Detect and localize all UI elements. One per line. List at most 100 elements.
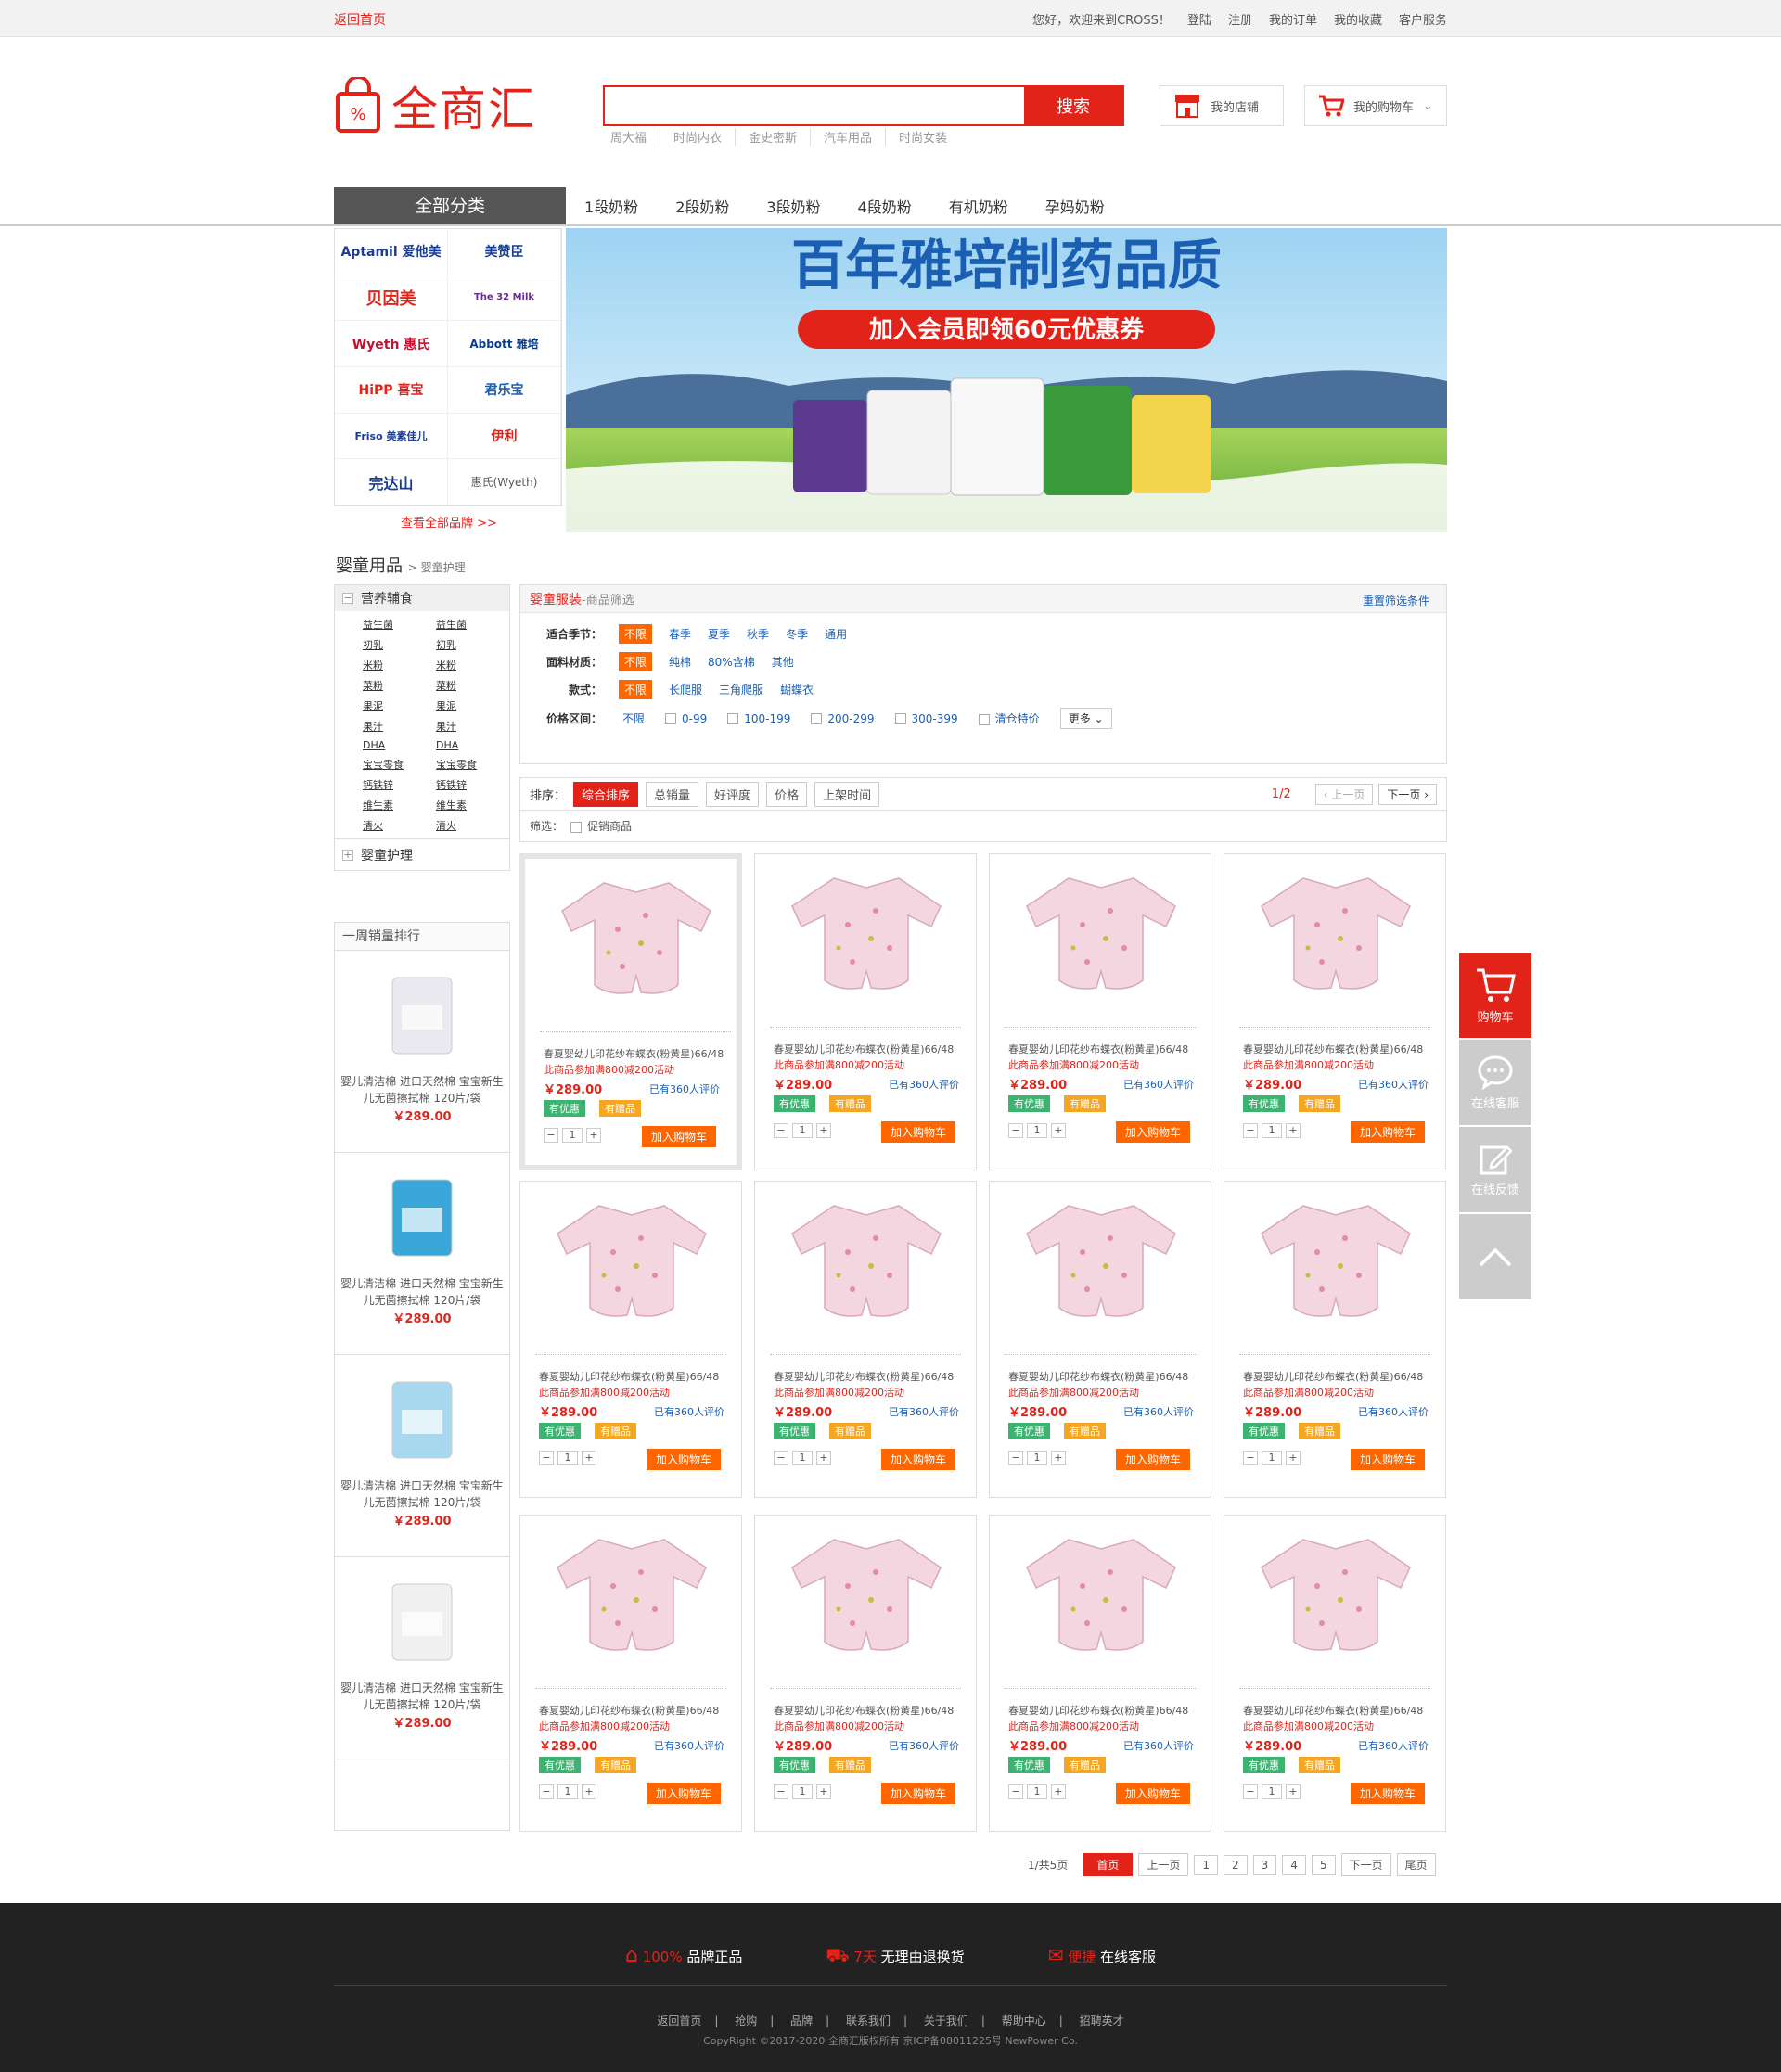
add-to-cart-button[interactable]: 加入购物车 (646, 1449, 721, 1470)
brand-logo[interactable]: 贝因美 (335, 275, 448, 322)
quantity-input[interactable]: 1 (1262, 1784, 1282, 1799)
add-to-cart-button[interactable]: 加入购物车 (1115, 1449, 1190, 1470)
price-checkbox[interactable]: 100-199 (727, 712, 790, 725)
price-checkbox[interactable]: 300-399 (894, 712, 958, 725)
brand-logo[interactable]: 伊利 (448, 413, 561, 460)
brand-logo[interactable]: HiPP 喜宝 (335, 367, 448, 414)
nav-item[interactable]: 1段奶粉 (566, 195, 657, 217)
rank-item[interactable]: 婴儿清洁棉 进口天然棉 宝宝新生儿无菌擦拭棉 120片/袋 ￥289.00 (335, 1557, 509, 1759)
nav-item[interactable]: 2段奶粉 (657, 195, 748, 217)
plus-button[interactable]: + (816, 1784, 831, 1799)
product-card[interactable]: 春夏婴幼儿印花纱布蝶衣(粉黄星)66/48 此商品参加满800减200活动 ￥289… (989, 853, 1211, 1170)
breadcrumb-sub[interactable]: 婴童护理 (421, 561, 466, 574)
side-chat-button[interactable]: 在线客服 (1459, 1040, 1531, 1125)
quantity-input[interactable]: 1 (792, 1451, 813, 1465)
back-to-top-button[interactable] (1459, 1214, 1531, 1299)
category-item[interactable]: 果泥 (363, 698, 436, 713)
product-title[interactable]: 春夏婴幼儿印花纱布蝶衣(粉黄星)66/48 此商品参加满800减200活动 (774, 1703, 968, 1734)
reset-filter-link[interactable]: 重置筛选条件 (1363, 593, 1429, 608)
quantity-input[interactable]: 1 (792, 1784, 813, 1799)
product-reviews[interactable]: 已有360人评价 (889, 1738, 959, 1753)
hotword[interactable]: 金史密斯 (736, 128, 812, 146)
next-page-button[interactable]: 下一页 › (1378, 783, 1437, 805)
product-reviews[interactable]: 已有360人评价 (1358, 1077, 1429, 1092)
prev-page-button[interactable]: 上一页 (1138, 1853, 1189, 1876)
all-categories-button[interactable]: 全部分类 (334, 187, 566, 224)
filter-option[interactable]: 蝴蝶衣 (780, 682, 814, 697)
sort-option[interactable]: 综合排序 (573, 781, 639, 807)
breadcrumb-main[interactable]: 婴童用品 (336, 556, 403, 576)
category-item[interactable]: 菜粉 (436, 678, 509, 693)
brand-logo[interactable]: Abbott 雅培 (448, 321, 561, 367)
product-title[interactable]: 春夏婴幼儿印花纱布蝶衣(粉黄星)66/48 此商品参加满800减200活动 (1243, 1369, 1438, 1401)
nav-item[interactable]: 孕妈奶粉 (1027, 195, 1123, 217)
quantity-input[interactable]: 1 (792, 1123, 813, 1138)
filter-option[interactable]: 纯棉 (669, 654, 691, 670)
product-card[interactable]: 春夏婴幼儿印花纱布蝶衣(粉黄星)66/48 此商品参加满800减200活动 ￥289… (519, 1515, 742, 1832)
price-checkbox[interactable]: 0-99 (665, 712, 707, 725)
category-header[interactable]: − 营养辅食 (335, 585, 509, 611)
register-link[interactable]: 注册 (1228, 10, 1252, 28)
plus-button[interactable]: + (816, 1123, 831, 1138)
footer-link[interactable]: 帮助中心 (989, 2014, 1059, 2027)
brand-logo[interactable]: 美赞臣 (448, 229, 561, 275)
login-link[interactable]: 登陆 (1187, 10, 1211, 28)
add-to-cart-button[interactable]: 加入购物车 (1115, 1783, 1190, 1804)
all-brands-link[interactable]: 查看全部品牌 >> (401, 513, 497, 531)
add-to-cart-button[interactable]: 加入购物车 (880, 1121, 955, 1143)
product-card[interactable]: 春夏婴幼儿印花纱布蝶衣(粉黄星)66/48 此商品参加满800减200活动 ￥289… (754, 853, 977, 1170)
quantity-input[interactable]: 1 (557, 1451, 578, 1465)
rank-item[interactable]: 婴儿清洁棉 进口天然棉 宝宝新生儿无菌擦拭棉 120片/袋 ￥289.00 (335, 1355, 509, 1557)
page-number[interactable]: 3 (1252, 1854, 1277, 1875)
product-title[interactable]: 春夏婴幼儿印花纱布蝶衣(粉黄星)66/48 此商品参加满800减200活动 (1243, 1042, 1438, 1073)
filter-option[interactable]: 夏季 (708, 626, 730, 642)
product-card[interactable]: 春夏婴幼儿印花纱布蝶衣(粉黄星)66/48 此商品参加满800减200活动 ￥289… (989, 1181, 1211, 1498)
quantity-input[interactable]: 1 (1027, 1451, 1047, 1465)
minus-button[interactable]: − (774, 1123, 788, 1138)
category-item[interactable]: 钙铁锌 (436, 777, 509, 792)
product-reviews[interactable]: 已有360人评价 (1358, 1738, 1429, 1753)
product-card[interactable]: 春夏婴幼儿印花纱布蝶衣(粉黄星)66/48 此商品参加满800减200活动 ￥289… (1224, 1181, 1446, 1498)
category-item[interactable]: 宝宝零食 (363, 757, 436, 772)
add-to-cart-button[interactable]: 加入购物车 (1350, 1121, 1425, 1143)
sort-option[interactable]: 好评度 (706, 781, 760, 807)
category-item[interactable]: 钙铁锌 (363, 777, 436, 792)
product-reviews[interactable]: 已有360人评价 (1123, 1077, 1194, 1092)
filter-option[interactable]: 不限 (619, 680, 653, 699)
my-shop-button[interactable]: 我的店铺 (1160, 85, 1284, 126)
product-card[interactable]: 春夏婴幼儿印花纱布蝶衣(粉黄星)66/48 此商品参加满800减200活动 ￥289… (1224, 1515, 1446, 1832)
product-reviews[interactable]: 已有360人评价 (1123, 1738, 1194, 1753)
logo[interactable]: % 全商汇 (334, 72, 536, 139)
add-to-cart-button[interactable]: 加入购物车 (1350, 1449, 1425, 1470)
plus-button[interactable]: + (1286, 1784, 1301, 1799)
filter-option[interactable]: 春季 (669, 626, 691, 642)
category-item[interactable]: 清火 (436, 818, 509, 833)
promo-checkbox[interactable]: 促销商品 (570, 818, 632, 834)
next-page-button[interactable]: 下一页 (1340, 1853, 1391, 1876)
minus-button[interactable]: − (1243, 1451, 1258, 1465)
filter-option[interactable]: 秋季 (747, 626, 769, 642)
category-item[interactable]: 益生菌 (363, 617, 436, 632)
filter-option[interactable]: 其他 (772, 654, 794, 670)
filter-option[interactable]: 不限 (619, 652, 653, 671)
filter-option[interactable]: 不限 (619, 624, 653, 644)
filter-option[interactable]: 不限 (622, 710, 645, 726)
product-title[interactable]: 春夏婴幼儿印花纱布蝶衣(粉黄星)66/48 此商品参加满800减200活动 (774, 1369, 968, 1401)
minus-button[interactable]: − (1008, 1451, 1023, 1465)
filter-option[interactable]: 三角爬服 (719, 682, 763, 697)
plus-button[interactable]: + (582, 1784, 596, 1799)
minus-button[interactable]: − (774, 1784, 788, 1799)
product-title[interactable]: 春夏婴幼儿印花纱布蝶衣(粉黄星)66/48 此商品参加满800减200活动 (1008, 1042, 1203, 1073)
filter-option[interactable]: 通用 (825, 626, 847, 642)
plus-button[interactable]: + (1286, 1123, 1301, 1138)
product-title[interactable]: 春夏婴幼儿印花纱布蝶衣(粉黄星)66/48 此商品参加满800减200活动 (539, 1369, 734, 1401)
page-number[interactable]: 4 (1282, 1854, 1306, 1875)
promo-banner[interactable]: 百年雅培制药品质 加入会员即领60元优惠券 (566, 228, 1447, 532)
footer-link[interactable]: 联系我们 (833, 2014, 903, 2027)
last-page-button[interactable]: 尾页 (1396, 1853, 1436, 1876)
category-header[interactable]: + 婴童护理 (335, 838, 509, 870)
side-feedback-button[interactable]: 在线反馈 (1459, 1127, 1531, 1212)
side-cart-button[interactable]: 购物车 (1459, 953, 1531, 1038)
product-card[interactable]: 春夏婴幼儿印花纱布蝶衣(粉黄星)66/48 此商品参加满800减200活动 ￥289… (989, 1515, 1211, 1832)
footer-link[interactable]: 关于我们 (911, 2014, 981, 2027)
